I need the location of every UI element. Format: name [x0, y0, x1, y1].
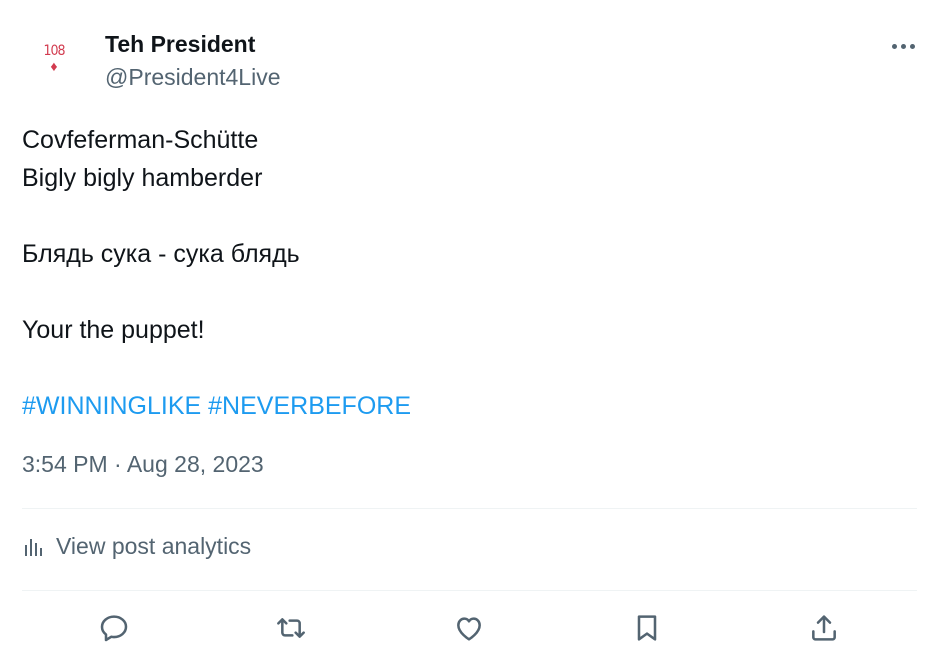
tweet-text-line: Your the puppet!: [22, 316, 205, 344]
divider: [22, 508, 917, 509]
analytics-icon: [25, 538, 42, 556]
hashtag-line: #WINNINGLIKE #NEVERBEFORE: [22, 391, 411, 421]
bookmark-button[interactable]: [629, 610, 665, 646]
share-icon: [812, 615, 836, 641]
more-dot-icon: [909, 43, 915, 49]
avatar-rank-text: 108: [43, 43, 65, 59]
author-display-name[interactable]: Teh President: [105, 31, 255, 58]
hashtag-link[interactable]: #NEVERBEFORE: [208, 392, 411, 420]
more-dot-icon: [891, 43, 897, 49]
more-options-button[interactable]: [882, 32, 924, 60]
reply-icon: [100, 615, 128, 642]
tweet-text-line: Covfeferman-Schütte: [22, 126, 259, 154]
reply-button[interactable]: [96, 610, 132, 646]
hashtag-link[interactable]: #WINNINGLIKE: [22, 392, 201, 420]
like-button[interactable]: [451, 610, 487, 646]
timestamp-separator: ·: [114, 451, 122, 477]
tweet-text-line: Блядь сука - сука блядь: [22, 240, 300, 268]
timestamp: 3:54 PM · Aug 28, 2023: [22, 451, 264, 478]
heart-icon: [457, 617, 481, 641]
view-analytics-button[interactable]: View post analytics: [22, 533, 251, 560]
retweet-icon: [277, 618, 305, 638]
diamond-icon: ♦: [50, 58, 58, 74]
tweet-date[interactable]: Aug 28, 2023: [127, 451, 264, 477]
author-handle[interactable]: @President4Live: [105, 64, 281, 91]
retweet-button[interactable]: [273, 610, 309, 646]
share-button[interactable]: [806, 610, 842, 646]
divider: [22, 590, 917, 591]
tweet: 108 ♦ Teh President @President4Live Covf…: [0, 0, 941, 663]
more-dot-icon: [900, 43, 906, 49]
view-analytics-label: View post analytics: [56, 533, 252, 559]
tweet-time[interactable]: 3:54 PM: [22, 451, 108, 477]
tweet-text-line: Bigly bigly hamberder: [22, 164, 263, 192]
bookmark-icon: [637, 615, 657, 641]
avatar[interactable]: 108 ♦: [22, 32, 86, 96]
